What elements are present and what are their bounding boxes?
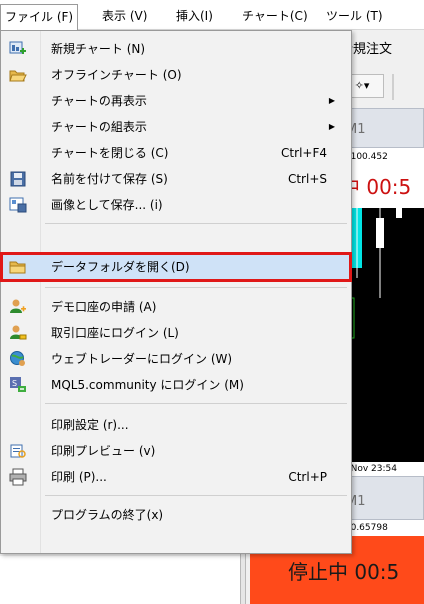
save-image-icon	[9, 196, 27, 214]
menu-item-close-chart[interactable]: チャートを閉じる (C) Ctrl+F4	[3, 141, 349, 165]
menu-item-label: チャートの組表示	[51, 120, 147, 134]
menu-item-login-mql5[interactable]: S MQL5.community にログイン (M)	[3, 373, 349, 397]
printer-icon	[9, 468, 27, 486]
menu-item-chart-profiles[interactable]: チャートの組表示 ▶	[3, 115, 349, 139]
menu-item-label: デモ口座の申請 (A)	[51, 300, 157, 314]
menu-separator	[45, 403, 347, 404]
submenu-arrow-icon: ▶	[328, 96, 335, 105]
menu-item-label: チャートの再表示	[51, 94, 147, 108]
menu-item-label: 取引口座にログイン (L)	[51, 326, 179, 340]
chart-window-1-date: 8 Nov 23:54	[340, 462, 424, 476]
menu-item-open-data-folder[interactable]: データフォルダを開く(D)	[0, 252, 352, 282]
menu-tools[interactable]: ツール (T)	[322, 5, 387, 27]
menu-item-label: MQL5.community にログイン (M)	[51, 378, 244, 392]
floppy-disk-icon	[9, 170, 27, 188]
menu-item-label: データフォルダを開く(D)	[51, 260, 190, 274]
menu-item-shortcut: Ctrl+P	[288, 470, 327, 484]
user-login-icon	[9, 324, 27, 342]
menu-item-label: チャートを閉じる (C)	[51, 146, 169, 160]
menu-item-shortcut: Ctrl+F4	[281, 146, 327, 160]
submenu-arrow-icon: ▶	[328, 122, 335, 131]
menu-separator	[45, 223, 347, 224]
folder-open-icon	[9, 66, 27, 84]
file-menu-dropdown: 新規チャート (N) オフラインチャート (O) チャートの再表示 ▶ チャート…	[0, 30, 352, 554]
menu-item-label: 印刷 (P)...	[51, 470, 107, 484]
menu-view[interactable]: 表示 (V)	[98, 5, 151, 27]
menu-item-label: 画像として保存... (i)	[51, 198, 163, 212]
menu-item-shortcut: Ctrl+S	[287, 172, 327, 186]
chart-window-2-price: 1 0.65798	[340, 520, 424, 536]
chart-window-1-status: 中 00:5	[340, 166, 424, 208]
menu-item-label: 新規チャート (N)	[51, 42, 146, 56]
chart-window-2-status: 停止中 00:5	[288, 560, 400, 584]
menu-item-open-demo-account[interactable]: デモ口座の申請 (A)	[3, 295, 349, 319]
chart-window-1-price: 1 100.452	[340, 148, 424, 166]
toolbar-tool-icon: ✧▾	[354, 79, 370, 92]
menu-insert[interactable]: 挿入(I)	[172, 5, 217, 27]
new-chart-icon	[9, 40, 27, 58]
menu-separator	[45, 495, 347, 496]
folder-icon	[9, 258, 27, 276]
menu-file[interactable]: ファイル (F)	[0, 4, 79, 30]
menu-item-label: オフラインチャート (O)	[51, 68, 182, 82]
menu-item-offline-chart[interactable]: オフラインチャート (O)	[3, 63, 349, 87]
menu-item-login-trade-account[interactable]: 取引口座にログイン (L)	[3, 321, 349, 345]
svg-text:S: S	[12, 379, 17, 388]
navigator-panel[interactable]	[0, 556, 240, 604]
user-add-icon	[9, 298, 27, 316]
menu-item-save-as[interactable]: 名前を付けて保存 (S) Ctrl+S	[3, 167, 349, 191]
menu-item-print-setup[interactable]: 印刷設定 (r)...	[3, 413, 349, 437]
menu-item-login-webtrader[interactable]: ウェブトレーダーにログイン (W)	[3, 347, 349, 371]
menu-item-label: 名前を付けて保存 (S)	[51, 172, 168, 186]
menu-item-label: プログラムの終了(x)	[51, 508, 164, 522]
menu-item-print[interactable]: 印刷 (P)... Ctrl+P	[3, 465, 349, 489]
toolbar-separator	[392, 74, 394, 100]
menu-chart[interactable]: チャート(C)	[238, 5, 312, 27]
menubar: ファイル (F) 表示 (V) 挿入(I) チャート(C) ツール (T)	[0, 0, 424, 30]
print-preview-icon	[9, 442, 27, 460]
menu-item-print-preview[interactable]: 印刷プレビュー (v)	[3, 439, 349, 463]
menu-separator	[45, 287, 347, 288]
menu-item-label: 印刷設定 (r)...	[51, 418, 129, 432]
menu-item-label: ウェブトレーダーにログイン (W)	[51, 352, 233, 366]
mql5-login-icon: S	[9, 376, 27, 394]
globe-user-icon	[9, 350, 27, 368]
menu-item-chart-redisplay[interactable]: チャートの再表示 ▶	[3, 89, 349, 113]
menu-item-save-as-image[interactable]: 画像として保存... (i)	[3, 193, 349, 217]
menu-item-new-chart[interactable]: 新規チャート (N)	[3, 37, 349, 61]
menu-item-exit[interactable]: プログラムの終了(x)	[3, 503, 349, 527]
menu-item-label: 印刷プレビュー (v)	[51, 444, 156, 458]
